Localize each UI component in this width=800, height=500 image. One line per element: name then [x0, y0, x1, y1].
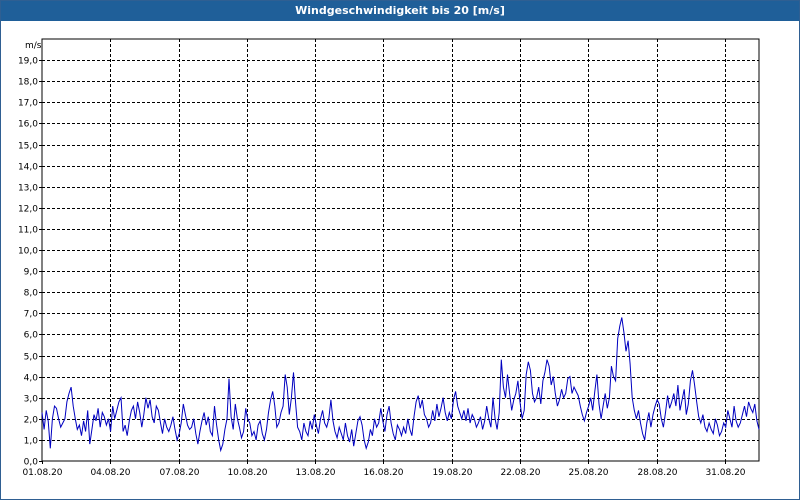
y-axis-unit-label: m/s — [25, 41, 42, 51]
chart-area: m/s 0,0 1,0 2,0 3,0 4,0 5,0 6,0 7,0 8,0 9,0 10,0 11… — [1, 21, 799, 499]
chart-window: Windgeschwindigkeit bis 20 [m/s] m/s 0,0… — [0, 0, 800, 500]
y-tick-label: 17,0 — [18, 99, 38, 109]
x-tick-label: 28.08.20 — [637, 468, 677, 478]
y-tick-label: 19,0 — [18, 57, 38, 67]
y-tick-label: 15,0 — [18, 142, 38, 152]
y-tick-label: 0,0 — [24, 458, 39, 468]
y-tick-label: 16,0 — [18, 120, 38, 130]
y-tick-label: 12,0 — [18, 205, 38, 215]
x-tick-label: 13.08.20 — [295, 468, 335, 478]
y-tick-label: 8,0 — [24, 289, 39, 299]
wind-speed-chart: m/s 0,0 1,0 2,0 3,0 4,0 5,0 6,0 7,0 8,0 9,0 10,0 11… — [18, 38, 760, 478]
x-tick-label: 10.08.20 — [227, 468, 267, 478]
y-tick-label: 11,0 — [18, 226, 38, 236]
x-tick-label: 07.08.20 — [159, 468, 199, 478]
x-tick-label: 01.08.20 — [22, 468, 62, 478]
window-title: Windgeschwindigkeit bis 20 [m/s] — [1, 1, 799, 21]
y-tick-label: 4,0 — [24, 374, 39, 384]
x-tick-label: 25.08.20 — [568, 468, 608, 478]
x-tick-label: 19.08.20 — [432, 468, 472, 478]
x-tick-label: 22.08.20 — [500, 468, 540, 478]
y-tick-label: 14,0 — [18, 163, 38, 173]
y-tick-label: 1,0 — [24, 437, 39, 447]
y-tick-label: 13,0 — [18, 184, 38, 194]
y-tick-label: 2,0 — [24, 416, 39, 426]
x-tick-label: 31.08.20 — [705, 468, 745, 478]
y-tick-label: 7,0 — [24, 310, 39, 320]
y-tick-label: 9,0 — [24, 268, 39, 278]
y-tick-label: 6,0 — [24, 331, 39, 341]
y-tick-label: 5,0 — [24, 353, 39, 363]
x-tick-label: 16.08.20 — [363, 468, 403, 478]
x-tick-label: 04.08.20 — [90, 468, 130, 478]
y-tick-label: 10,0 — [18, 247, 38, 257]
y-tick-label: 3,0 — [24, 395, 39, 405]
y-tick-label: 18,0 — [18, 78, 38, 88]
